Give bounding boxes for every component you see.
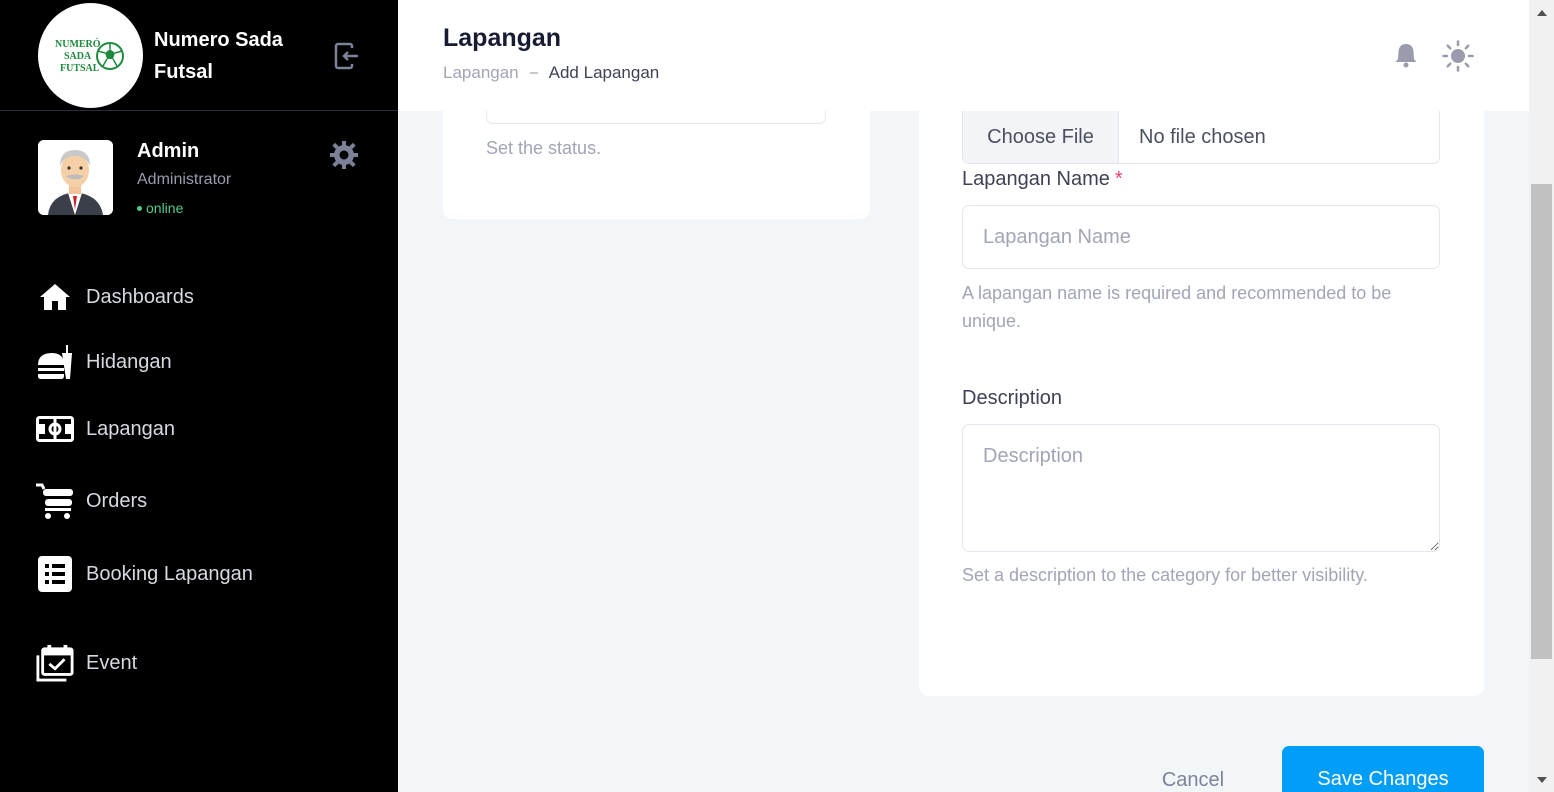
sidebar-item-dashboards[interactable]: Dashboards xyxy=(36,277,376,317)
svg-text:SADA: SADA xyxy=(64,51,92,62)
lapangan-form-card: Choose File No file chosen Lapangan Name… xyxy=(919,111,1484,696)
svg-text:NUMERÓ: NUMERÓ xyxy=(55,38,101,50)
choose-file-button[interactable]: Choose File xyxy=(963,111,1119,163)
status-dot xyxy=(137,205,142,211)
description-label: Description xyxy=(962,387,1063,409)
food-icon xyxy=(36,343,74,381)
lapangan-name-help-text: A lapangan name is required and recommen… xyxy=(962,283,1392,331)
status-help-text: Set the status. xyxy=(486,138,602,158)
sidebar-item-booking-lapangan[interactable]: Booking Lapangan xyxy=(36,554,376,594)
lapangan-name-input[interactable] xyxy=(962,205,1440,269)
notifications-button[interactable] xyxy=(1394,42,1418,68)
home-icon xyxy=(36,278,74,316)
description-help-text: Set a description to the category for be… xyxy=(962,565,1368,585)
bell-icon xyxy=(1395,44,1417,68)
user-panel: Admin Administrator online xyxy=(38,140,368,220)
sidebar: NUMERÓ SADA FUTSAL Numero Sada Futsal Ad… xyxy=(0,0,398,792)
arrow-down-icon xyxy=(1536,776,1547,783)
avatar[interactable] xyxy=(38,140,113,215)
page-title: Lapangan xyxy=(443,24,562,52)
user-status: online xyxy=(137,200,183,216)
sidebar-item-label: Dashboards xyxy=(86,285,194,308)
brand-logo[interactable]: NUMERÓ SADA FUTSAL xyxy=(38,3,143,108)
breadcrumb-item-lapangan[interactable]: Lapangan xyxy=(443,63,519,83)
file-status-text: No file chosen xyxy=(1139,125,1266,148)
cart-icon xyxy=(36,482,74,520)
arrow-up-icon xyxy=(1536,9,1547,16)
breadcrumb-separator xyxy=(529,72,538,74)
gear-icon xyxy=(330,141,358,169)
sidebar-item-label: Hidangan xyxy=(86,350,172,373)
sidebar-item-label: Booking Lapangan xyxy=(86,562,253,585)
user-settings-button[interactable] xyxy=(328,140,360,170)
breadcrumb: Lapangan Add Lapangan xyxy=(443,63,659,83)
sidebar-item-label: Event xyxy=(86,651,138,674)
cancel-button[interactable]: Cancel xyxy=(1140,760,1246,792)
required-mark: * xyxy=(1114,168,1123,190)
lapangan-name-label: Lapangan Name * xyxy=(962,168,1123,191)
breadcrumb-item-current: Add Lapangan xyxy=(548,63,660,82)
sidebar-collapse-icon xyxy=(334,42,358,70)
sidebar-item-lapangan[interactable]: Lapangan xyxy=(36,409,376,449)
sidebar-item-label: Orders xyxy=(86,489,148,512)
sidebar-item-orders[interactable]: Orders xyxy=(36,481,376,521)
top-header: Lapangan Lapangan Add Lapangan xyxy=(398,0,1529,111)
brand-header: NUMERÓ SADA FUTSAL Numero Sada Futsal xyxy=(0,0,398,111)
list-icon xyxy=(36,555,74,593)
status-card: Set the status. xyxy=(443,111,870,219)
user-role: Administrator xyxy=(137,171,232,188)
scrollbar-thumb[interactable] xyxy=(1531,184,1552,659)
scroll-up-button[interactable] xyxy=(1529,0,1554,25)
sidebar-item-hidangan[interactable]: Hidangan xyxy=(36,342,376,382)
calendar-check-icon xyxy=(36,644,74,682)
file-input[interactable]: Choose File No file chosen xyxy=(962,111,1440,164)
user-status-label: online xyxy=(146,200,184,216)
save-changes-button[interactable]: Save Changes xyxy=(1282,746,1484,792)
sidebar-item-event[interactable]: Event xyxy=(36,643,376,683)
brand-name: Numero Sada Futsal xyxy=(154,29,283,83)
field-icon xyxy=(36,410,74,448)
status-select[interactable] xyxy=(486,111,826,124)
theme-toggle-button[interactable] xyxy=(1442,40,1474,72)
sidebar-collapse-button[interactable] xyxy=(330,40,364,72)
sun-icon xyxy=(1442,40,1474,72)
lapangan-name-label-text: Lapangan Name xyxy=(962,168,1110,190)
sidebar-item-label: Lapangan xyxy=(86,417,175,440)
user-name: Admin xyxy=(137,140,200,162)
scroll-down-button[interactable] xyxy=(1529,767,1554,792)
description-textarea[interactable] xyxy=(962,424,1440,552)
page-scrollbar[interactable] xyxy=(1529,0,1554,792)
svg-text:FUTSAL: FUTSAL xyxy=(60,63,100,74)
